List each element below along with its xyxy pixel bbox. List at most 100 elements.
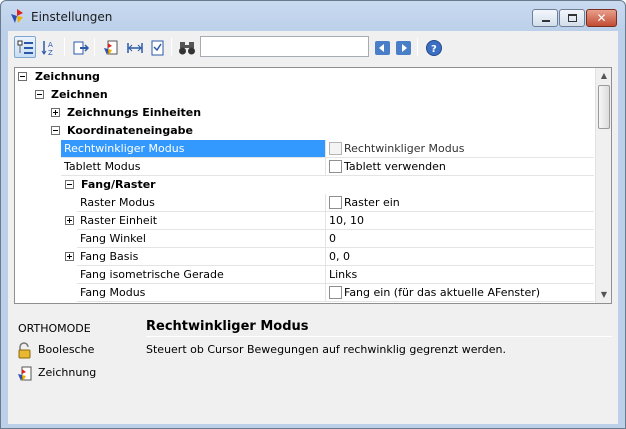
toolbar-separator (64, 38, 65, 56)
category-koordinateneingabe[interactable]: Koordinateneingabe (15, 122, 594, 140)
next-button[interactable] (392, 36, 414, 58)
vertical-scrollbar[interactable]: ▲ ▼ (595, 68, 611, 303)
acad-app-icon (11, 9, 23, 23)
settings-window: Einstellungen ✕ A Z ? Zeichnung Zeichnen… (0, 0, 626, 429)
toolbar-separator (94, 38, 95, 56)
checkbox-label: Raster ein (344, 196, 400, 209)
property-title: Rechtwinkliger Modus (146, 319, 309, 334)
checklist-button[interactable] (146, 36, 168, 58)
next-arrow-icon (396, 41, 411, 55)
property-description: Steuert ob Cursor Bewegungen auf rechwin… (146, 343, 507, 356)
svg-text:Z: Z (48, 49, 53, 57)
property-row-ortho[interactable]: Rechtwinkliger Modus Rechtwinkliger Modu… (15, 140, 594, 158)
close-button[interactable]: ✕ (586, 9, 617, 27)
scroll-down-icon[interactable]: ▼ (596, 287, 611, 303)
divider (146, 336, 612, 337)
category-label: Zeichnen (51, 88, 108, 101)
property-value[interactable]: Rechtwinkliger Modus (326, 140, 594, 158)
ortho-checkbox[interactable] (329, 142, 342, 155)
previous-button[interactable] (371, 36, 393, 58)
expand-icon[interactable] (65, 252, 74, 261)
category-label: Zeichnungs Einheiten (67, 106, 202, 119)
category-zeichnen[interactable]: Zeichnen (15, 86, 594, 104)
category-zeichnungs-einheiten[interactable]: Zeichnungs Einheiten (15, 104, 594, 122)
minimize-icon (542, 20, 550, 22)
toolbar: A Z ? (8, 31, 618, 63)
toolbar-separator (171, 38, 172, 56)
collapse-icon[interactable] (65, 180, 74, 189)
lock-icon (18, 342, 31, 359)
property-name: Raster Einheit (77, 212, 326, 230)
maximize-button[interactable] (559, 9, 585, 27)
property-value[interactable]: 10, 10 (326, 212, 594, 230)
property-value[interactable]: 0, 0 (326, 248, 594, 266)
alphabetical-sort-icon: A Z (41, 41, 53, 57)
checkbox-label: Tablett verwenden (344, 160, 446, 173)
export-icon (73, 41, 90, 55)
category-zeichnung[interactable]: Zeichnung (15, 68, 594, 86)
drawing-settings-icon (104, 40, 118, 55)
checkbox-label: Rechtwinkliger Modus (344, 142, 465, 155)
close-icon: ✕ (596, 11, 607, 25)
system-variable-name: ORTHOMODE (18, 322, 91, 335)
previous-arrow-icon (375, 41, 390, 55)
dialog-client-area: A Z ? Zeichnung Zeichnen Zeichnungs Einh… (8, 31, 618, 424)
help-button[interactable]: ? (422, 36, 444, 58)
property-row-fang-basis[interactable]: Fang Basis 0, 0 (15, 248, 594, 266)
variable-section-label: Zeichnung (38, 366, 97, 379)
property-value[interactable]: Tablett verwenden (326, 158, 594, 176)
title-bar[interactable]: Einstellungen ✕ (1, 1, 625, 31)
property-value[interactable]: 0 (326, 230, 594, 248)
window-title: Einstellungen (31, 10, 113, 24)
property-grid[interactable]: Zeichnung Zeichnen Zeichnungs Einheiten … (14, 67, 612, 304)
category-label: Koordinateneingabe (67, 124, 194, 137)
maximize-icon (568, 14, 577, 22)
property-row-tablett[interactable]: Tablett Modus Tablett verwenden (15, 158, 594, 176)
category-fang-raster[interactable]: Fang/Raster (15, 176, 594, 194)
find-button[interactable] (175, 36, 197, 58)
property-name: Rechtwinkliger Modus (61, 140, 326, 158)
variable-type-label: Boolesche (38, 343, 95, 356)
svg-text:A: A (48, 41, 53, 49)
fang-checkbox[interactable] (329, 286, 342, 299)
property-row-raster-modus[interactable]: Raster Modus Raster ein (15, 194, 594, 212)
binoculars-icon (179, 42, 195, 55)
toolbar-separator (417, 38, 418, 56)
expand-icon[interactable] (65, 216, 74, 225)
property-name: Raster Modus (77, 194, 326, 212)
property-row-fang-winkel[interactable]: Fang Winkel 0 (15, 230, 594, 248)
drawing-icon (18, 366, 32, 381)
property-name: Fang Winkel (77, 230, 326, 248)
svg-text:?: ? (431, 44, 437, 55)
alphabetical-sort-button[interactable]: A Z (38, 36, 60, 58)
column-width-icon (127, 43, 143, 53)
collapse-icon[interactable] (35, 90, 44, 99)
column-width-button[interactable] (123, 36, 145, 58)
property-row-raster-einheit[interactable]: Raster Einheit 10, 10 (15, 212, 594, 230)
property-name: Fang Modus (77, 284, 326, 302)
export-button[interactable] (69, 36, 91, 58)
collapse-icon[interactable] (51, 126, 60, 135)
help-icon: ? (426, 40, 442, 56)
minimize-button[interactable] (532, 9, 558, 27)
property-name: Tablett Modus (61, 158, 326, 176)
drawing-settings-button[interactable] (99, 36, 121, 58)
scroll-thumb[interactable] (598, 85, 610, 129)
raster-checkbox[interactable] (329, 196, 342, 209)
categorized-view-icon (17, 40, 33, 54)
expand-icon[interactable] (51, 108, 60, 117)
search-input[interactable] (200, 36, 369, 57)
property-row-fang-iso[interactable]: Fang isometrische Gerade Links (15, 266, 594, 284)
property-value[interactable]: Links (326, 266, 594, 284)
category-label: Zeichnung (35, 70, 100, 83)
tablett-checkbox[interactable] (329, 160, 342, 173)
property-value[interactable]: Raster ein (326, 194, 594, 212)
property-row-fang-modus[interactable]: Fang Modus Fang ein (für das aktuelle AF… (15, 284, 594, 302)
categorized-view-button[interactable] (14, 36, 36, 58)
scroll-up-icon[interactable]: ▲ (596, 68, 611, 84)
property-name: Fang isometrische Gerade (77, 266, 326, 284)
property-value[interactable]: Fang ein (für das aktuelle AFenster) (326, 284, 594, 302)
category-label: Fang/Raster (81, 178, 156, 191)
collapse-icon[interactable] (18, 72, 27, 81)
checklist-icon (151, 40, 164, 56)
